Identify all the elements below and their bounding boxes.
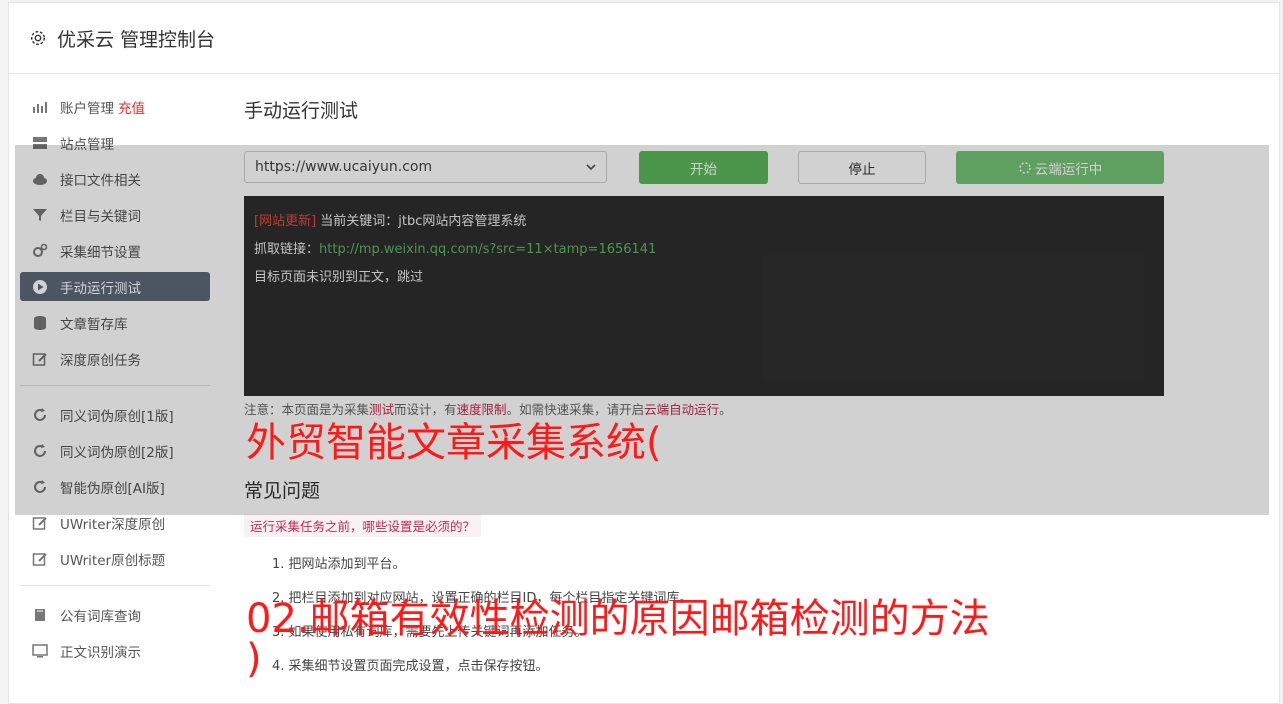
sidebar-item-account[interactable]: 账户管理 充值 <box>20 92 210 121</box>
list-item: 4. 采集细节设置页面完成设置，点击保存按钮。 <box>272 659 549 674</box>
sidebar-item-label: 公有词库查询 <box>60 608 141 625</box>
sidebar-item-label: 账户管理 <box>60 100 114 117</box>
sidebar-item-label: UWriter深度原创 <box>60 516 166 533</box>
bar-chart-icon <box>33 101 47 113</box>
gear-icon <box>30 30 46 46</box>
sidebar-item-label: 正文识别演示 <box>60 644 141 661</box>
sidebar-divider <box>20 585 210 586</box>
sidebar-item-label: UWriter原创标题 <box>60 552 166 569</box>
faq-question: 运行采集任务之前，哪些设置是必须的？ <box>244 514 482 537</box>
overlay-title-line2: 02.邮箱有效性检测的原因邮箱检测的方法 <box>246 596 990 642</box>
edit-icon <box>32 552 47 566</box>
app-title: 优采云 管理控制台 <box>57 28 216 51</box>
edit-icon <box>32 516 47 530</box>
page-title: 手动运行测试 <box>244 100 359 122</box>
sidebar-item-public-lexicon[interactable]: 公有词库查询 <box>20 600 210 629</box>
overlay-title-line3: ) <box>246 636 262 682</box>
main-content: 手动运行测试 https://www.ucaiyun.com 开始 停止 云端运… <box>244 96 1164 674</box>
app-header: 优采云 管理控制台 <box>9 3 1279 74</box>
recharge-link[interactable]: 充值 <box>118 97 145 117</box>
list-item: 1. 把网站添加到平台。 <box>272 557 406 572</box>
book-icon <box>35 608 45 621</box>
monitor-icon <box>32 643 48 657</box>
overlay-title-line1: 外贸智能文章采集系统( <box>246 420 662 466</box>
sidebar-item-uwriter-title[interactable]: UWriter原创标题 <box>20 544 210 573</box>
